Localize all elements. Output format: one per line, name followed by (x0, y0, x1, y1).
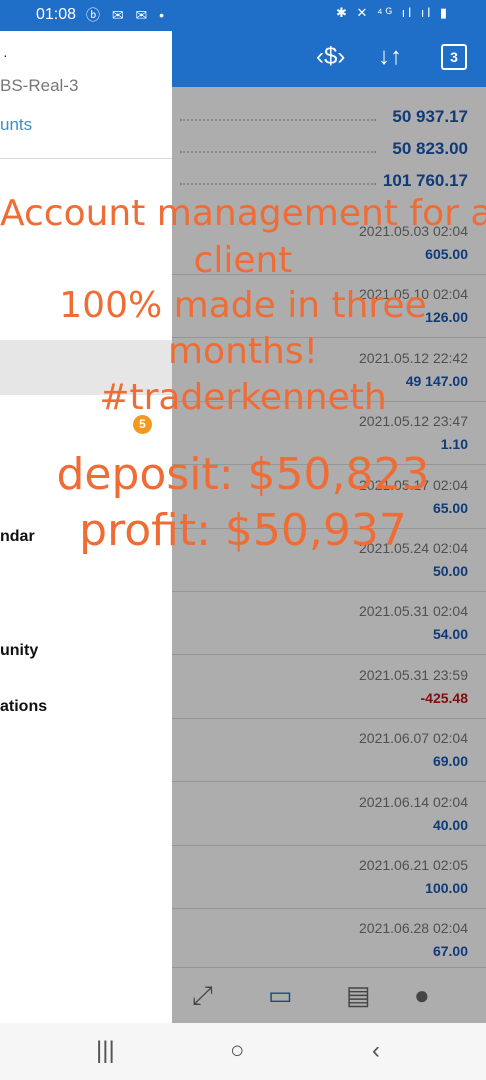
home-icon[interactable]: ○ (230, 1037, 245, 1065)
clock: 01:08 (36, 6, 77, 23)
sort-icon[interactable]: ↓↑ (378, 43, 402, 71)
drawer-item-applications[interactable]: ations (0, 698, 47, 716)
navigation-drawer: · BS-Real-3 unts 5 ndar unity ations (0, 31, 172, 1023)
currency-convert-icon[interactable]: ‹$› (316, 43, 345, 71)
more-dot-icon: • (159, 7, 169, 23)
system-status-icons: ✱ ✕ ⁴ᴳ ıl ıl ▮ (335, 5, 450, 20)
calendar-icon[interactable]: 3 (441, 44, 467, 70)
drawer-item-community[interactable]: unity (0, 642, 38, 660)
server-label: BS-Real-3 (0, 76, 79, 95)
notification-badge: 5 (133, 415, 152, 434)
bixby-icon: ⓑ (86, 7, 104, 23)
recents-icon[interactable]: ||| (96, 1037, 115, 1065)
system-nav-bar: ||| ○ ‹ (0, 1023, 486, 1080)
account-name: · (3, 47, 8, 63)
drawer-item-calendar[interactable]: ndar (0, 528, 35, 546)
back-icon[interactable]: ‹ (372, 1037, 380, 1065)
drawer-item-selected[interactable] (0, 340, 172, 395)
gmail-icon: ✉ (135, 7, 152, 23)
drawer-scrim[interactable] (172, 87, 486, 1023)
mail-icon: ✉ (111, 7, 128, 23)
status-bar: 01:08 ⓑ ✉ ✉ • ✱ ✕ ⁴ᴳ ıl ıl ▮ (0, 0, 486, 31)
drawer-divider (0, 158, 172, 159)
manage-accounts-link[interactable]: unts (0, 115, 32, 135)
notification-icons: ⓑ ✉ ✉ • (86, 5, 168, 25)
